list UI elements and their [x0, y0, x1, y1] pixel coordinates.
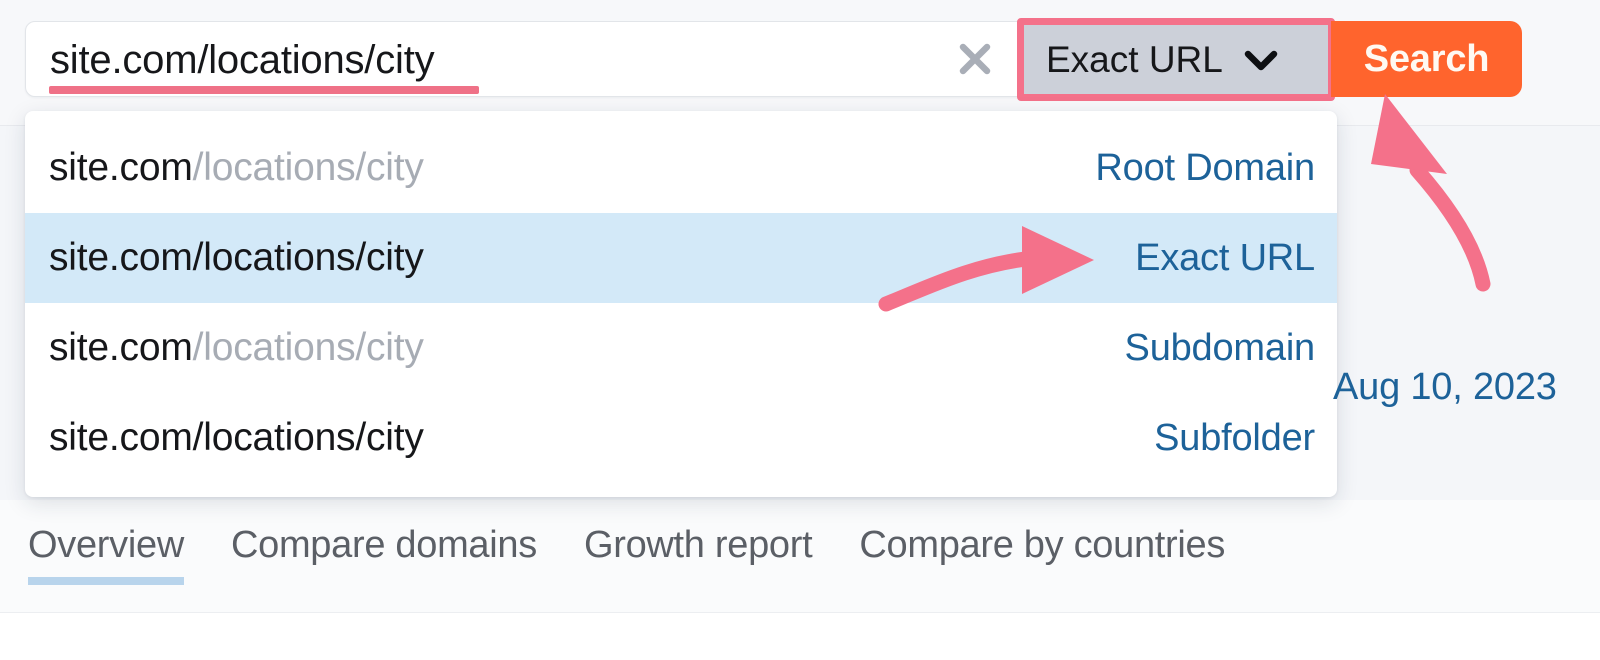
suggestion-type-label: Subdomain: [1124, 326, 1316, 369]
suggestion-item-subfolder[interactable]: site.com/locations/city Subfolder: [25, 393, 1337, 483]
suggestion-url: site.com/locations/city: [49, 236, 424, 279]
suggestion-type-label: Exact URL: [1135, 236, 1315, 279]
date-label: Aug 10, 2023: [1333, 366, 1557, 408]
tab-growth-report[interactable]: Growth report: [583, 524, 813, 585]
tab-label: Compare domains: [230, 524, 537, 566]
tab-label: Overview: [28, 524, 184, 566]
search-input-underline-annotation: [49, 86, 479, 94]
search-suggestions-dropdown[interactable]: site.com/locations/city Root Domain site…: [25, 111, 1337, 497]
tab-compare-by-countries[interactable]: Compare by countries: [859, 524, 1225, 585]
suggestion-type-label: Subfolder: [1154, 416, 1315, 459]
suggestion-item-exact-url[interactable]: site.com/locations/city Exact URL: [25, 213, 1337, 303]
suggestion-item-root-domain[interactable]: site.com/locations/city Root Domain: [25, 123, 1337, 213]
nav-tabs: Overview Compare domains Growth report C…: [0, 524, 1600, 614]
close-icon[interactable]: [952, 36, 998, 82]
tab-compare-domains[interactable]: Compare domains: [231, 524, 537, 585]
search-input-value: site.com/locations/city: [50, 38, 435, 82]
tab-label: Compare by countries: [859, 524, 1226, 566]
tab-overview[interactable]: Overview: [28, 524, 184, 585]
suggestion-url: site.com/locations/city: [49, 416, 424, 459]
suggestion-url: site.com/locations/city: [49, 146, 424, 189]
search-button[interactable]: Search: [1331, 21, 1522, 97]
tab-active-underline: [28, 577, 184, 585]
search-input[interactable]: site.com/locations/city: [25, 21, 1022, 97]
below-tabs-background: [0, 612, 1600, 660]
suggestion-url: site.com/locations/city: [49, 326, 424, 369]
tab-label: Growth report: [583, 524, 813, 566]
suggestion-type-label: Root Domain: [1095, 146, 1315, 189]
search-mode-highlight-annotation: [1017, 18, 1335, 101]
suggestion-item-subdomain[interactable]: site.com/locations/city Subdomain: [25, 303, 1337, 393]
